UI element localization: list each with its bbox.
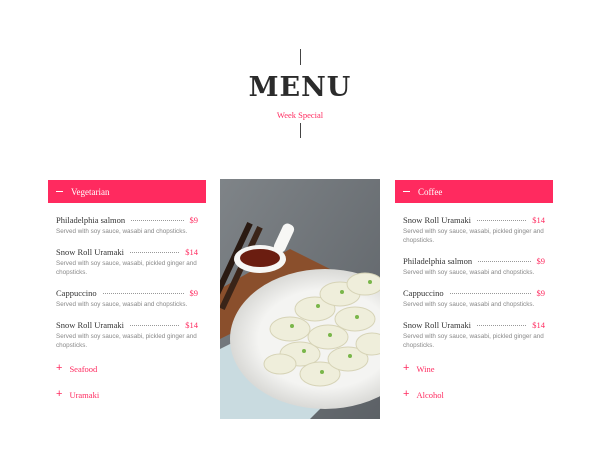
category-label: Alcohol: [416, 389, 444, 400]
dumplings-photo: [220, 179, 380, 419]
page-title: MENU: [248, 72, 352, 103]
category-toggle-alcohol[interactable]: + Alcohol: [395, 389, 444, 400]
category-items: Philadelphia salmon $9 Served with soy s…: [48, 203, 206, 350]
item-name: Snow Roll Uramaki: [403, 320, 471, 330]
item-name: Philadelphia salmon: [56, 215, 126, 225]
dotted-leader: [477, 220, 527, 221]
item-description: Served with soy sauce, wasabi, pickled g…: [56, 333, 197, 349]
menu-item: Snow Roll Uramaki $14 Served with soy sa…: [56, 247, 198, 277]
item-name: Snow Roll Uramaki: [403, 215, 471, 225]
category-header-coffee[interactable]: Coffee: [395, 180, 553, 203]
category-header-vegetarian[interactable]: Vegetarian: [48, 180, 206, 203]
page-subtitle: Week Special: [276, 110, 324, 120]
menu-item: Cappuccino $9 Served with soy sauce, was…: [56, 288, 198, 309]
menu-item: Philadelphia salmon $9 Served with soy s…: [56, 215, 198, 236]
category-toggle-wine[interactable]: + Wine: [395, 363, 435, 374]
category-toggle-uramaki[interactable]: + Uramaki: [48, 389, 99, 400]
item-description: Served with soy sauce, wasabi, pickled g…: [403, 333, 544, 349]
item-name: Philadelphia salmon: [403, 256, 473, 266]
item-description: Served with soy sauce, wasabi and chopst…: [56, 228, 188, 235]
item-price: $9: [189, 288, 199, 298]
plus-icon: +: [56, 388, 63, 400]
item-price: $9: [189, 215, 199, 225]
category-toggle-seafood[interactable]: + Seafood: [48, 363, 97, 374]
category-label: Vegetarian: [71, 186, 110, 197]
item-description: Served with soy sauce, wasabi and chopst…: [56, 301, 188, 308]
item-price: $14: [185, 247, 198, 257]
menu-column-right: Coffee Snow Roll Uramaki $14 Served with…: [395, 180, 553, 361]
item-description: Served with soy sauce, wasabi and chopst…: [403, 301, 535, 308]
item-name: Snow Roll Uramaki: [56, 320, 124, 330]
minus-icon: [403, 190, 410, 193]
dotted-leader: [130, 252, 180, 253]
dotted-leader: [102, 293, 184, 294]
item-price: $14: [532, 215, 545, 225]
item-description: Served with soy sauce, wasabi, pickled g…: [56, 260, 197, 276]
divider-line-top: [300, 49, 301, 65]
item-name: Cappuccino: [56, 288, 97, 298]
menu-column-left: Vegetarian Philadelphia salmon $9 Served…: [48, 180, 206, 361]
item-price: $9: [536, 288, 546, 298]
item-description: Served with soy sauce, wasabi, pickled g…: [403, 228, 544, 244]
divider-line-bottom: [300, 123, 301, 138]
category-label: Seafood: [69, 363, 98, 374]
menu-item: Snow Roll Uramaki $14 Served with soy sa…: [403, 215, 545, 245]
plus-icon: +: [403, 362, 410, 374]
dotted-leader: [449, 293, 531, 294]
item-price: $9: [536, 256, 546, 266]
menu-item: Cappuccino $9 Served with soy sauce, was…: [403, 288, 545, 309]
menu-item: Snow Roll Uramaki $14 Served with soy sa…: [403, 320, 545, 350]
item-price: $14: [185, 320, 198, 330]
category-label: Wine: [416, 363, 435, 374]
item-description: Served with soy sauce, wasabi and chopst…: [403, 269, 535, 276]
plus-icon: +: [403, 388, 410, 400]
item-price: $14: [532, 320, 545, 330]
minus-icon: [56, 190, 63, 193]
category-items: Snow Roll Uramaki $14 Served with soy sa…: [395, 203, 553, 350]
dotted-leader: [130, 325, 180, 326]
plus-icon: +: [56, 362, 63, 374]
category-label: Uramaki: [69, 389, 100, 400]
menu-item: Snow Roll Uramaki $14 Served with soy sa…: [56, 320, 198, 350]
dotted-leader: [131, 220, 184, 221]
category-label: Coffee: [418, 186, 443, 197]
dotted-leader: [477, 325, 527, 326]
menu-item: Philadelphia salmon $9 Served with soy s…: [403, 256, 545, 277]
item-name: Cappuccino: [403, 288, 444, 298]
item-name: Snow Roll Uramaki: [56, 247, 124, 257]
dotted-leader: [478, 261, 531, 262]
